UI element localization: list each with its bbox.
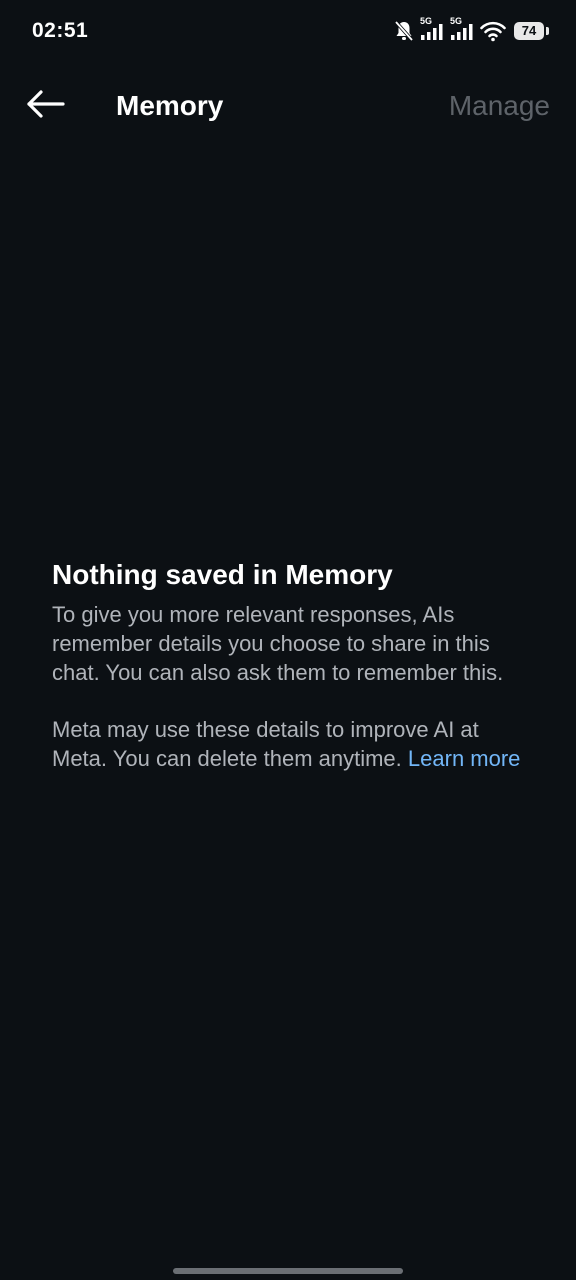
status-icons: 5G 5G 74 — [394, 16, 549, 44]
arrow-left-icon — [25, 89, 65, 124]
battery-cap — [546, 27, 549, 35]
status-bar: 02:51 5G 5G 74 — [0, 0, 576, 62]
empty-state-title: Nothing saved in Memory — [52, 559, 393, 590]
home-indicator[interactable] — [173, 1268, 403, 1274]
network-type-label: 5G — [420, 16, 433, 26]
privacy-notice: Meta may use these details to improve AI… — [52, 715, 532, 773]
page-title: Memory — [116, 90, 224, 121]
manage-button[interactable]: Manage — [449, 88, 550, 124]
mute-bell-icon — [394, 20, 414, 42]
app-bar: Memory Manage — [0, 70, 576, 142]
learn-more-link[interactable]: Learn more — [408, 746, 521, 771]
network-type-label: 5G — [450, 16, 463, 26]
wifi-icon — [480, 20, 506, 42]
empty-state-description: To give you more relevant responses, AIs… — [52, 602, 504, 685]
status-time: 02:51 — [32, 19, 89, 42]
battery-level: 74 — [514, 22, 544, 40]
signal-5g-icon: 5G — [420, 16, 444, 43]
back-button[interactable] — [22, 88, 68, 124]
signal-5g-icon: 5G — [450, 16, 474, 43]
battery-icon: 74 — [514, 22, 549, 40]
empty-state: Nothing saved in Memory To give you more… — [52, 556, 532, 773]
